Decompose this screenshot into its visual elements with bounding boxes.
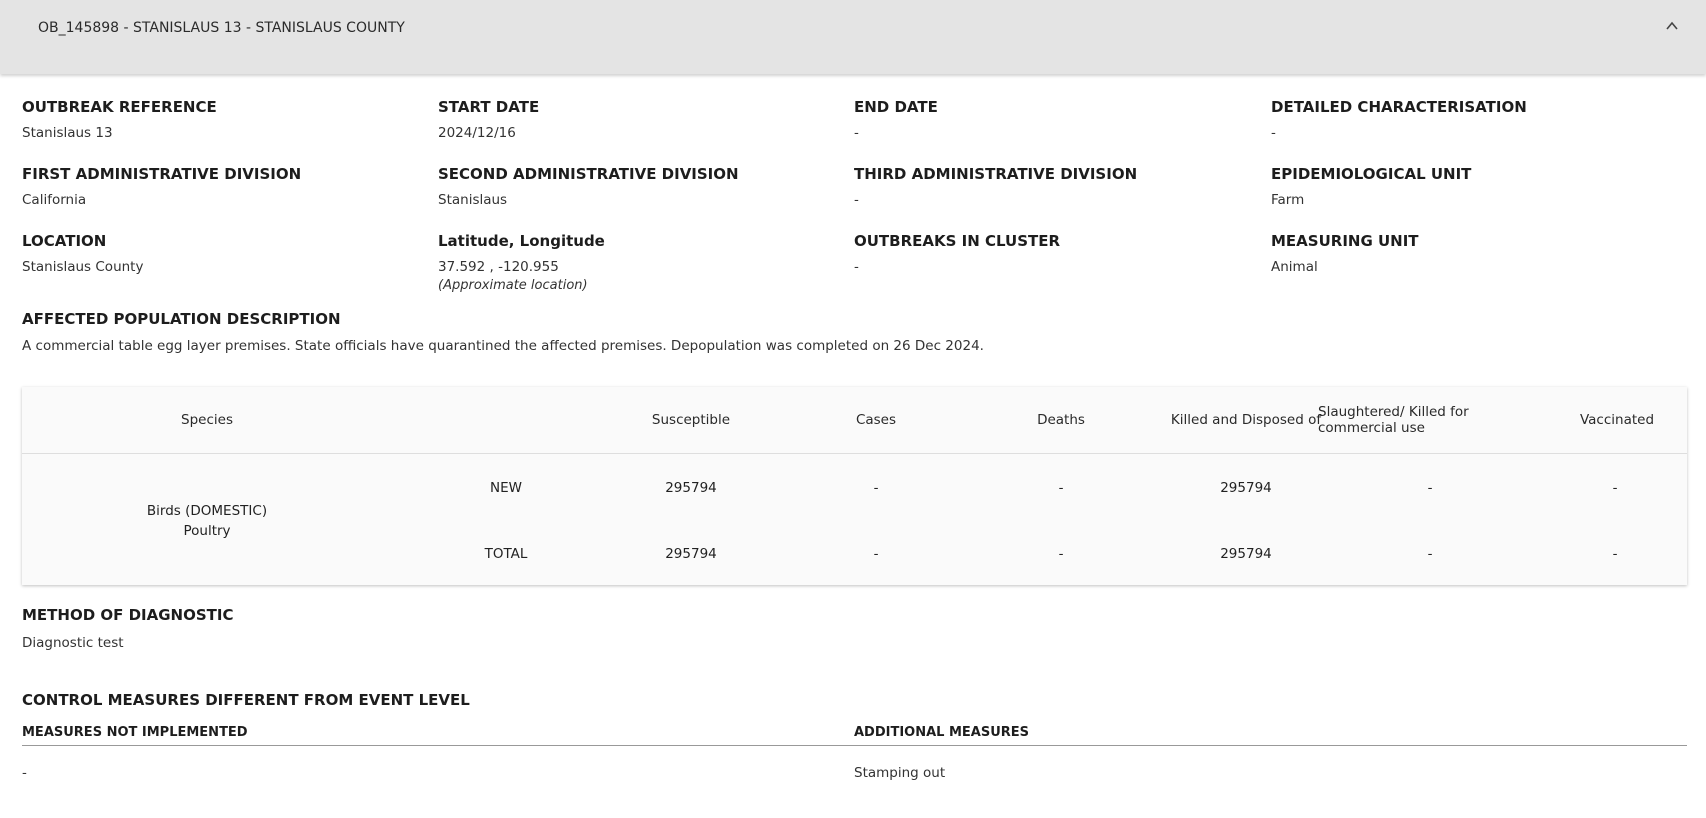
field-label: END DATE bbox=[854, 98, 938, 116]
field-label: START DATE bbox=[438, 98, 540, 116]
col-species: Species bbox=[181, 412, 233, 428]
field-label: FIRST ADMINISTRATIVE DIVISION bbox=[22, 165, 302, 183]
field-label: SECOND ADMINISTRATIVE DIVISION bbox=[438, 165, 739, 183]
field-value: 37.592 , -120.955 bbox=[438, 259, 559, 275]
field-value: - bbox=[1271, 125, 1276, 141]
chevron-up-icon[interactable] bbox=[1664, 18, 1680, 34]
field-value: Stanislaus 13 bbox=[22, 125, 113, 141]
field-label: MEASURING UNIT bbox=[1271, 232, 1419, 250]
field-label: OUTBREAKS IN CLUSTER bbox=[854, 232, 1061, 250]
field-value: California bbox=[22, 192, 87, 208]
second-admin-division-field: SECOND ADMINISTRATIVE DIVISION Stanislau… bbox=[438, 165, 838, 208]
outbreak-reference-field: OUTBREAK REFERENCE Stanislaus 13 bbox=[22, 98, 422, 141]
field-value: Stanislaus County bbox=[22, 259, 144, 275]
field-value: Stanislaus bbox=[438, 192, 508, 208]
diagnostic-method-label: METHOD OF DIAGNOSTIC bbox=[22, 606, 234, 624]
species-name-cell: Birds (DOMESTIC) Poultry bbox=[22, 501, 392, 541]
field-value: 2024/12/16 bbox=[438, 125, 516, 141]
measures-not-implemented-header: MEASURES NOT IMPLEMENTED bbox=[22, 725, 248, 740]
first-admin-division-field: FIRST ADMINISTRATIVE DIVISION California bbox=[22, 165, 422, 208]
species-table: Species Susceptible Cases Deaths Killed … bbox=[22, 387, 1687, 585]
third-admin-division-field: THIRD ADMINISTRATIVE DIVISION - bbox=[854, 165, 1254, 208]
cell-vaccinated: - bbox=[1612, 480, 1618, 496]
approximate-location-note: (Approximate location) bbox=[438, 278, 588, 293]
cell-vaccinated: - bbox=[1612, 546, 1618, 562]
outbreaks-in-cluster-field: OUTBREAKS IN CLUSTER - bbox=[854, 232, 1254, 275]
affected-population-description: A commercial table egg layer premises. S… bbox=[22, 338, 984, 354]
field-label: THIRD ADMINISTRATIVE DIVISION bbox=[854, 165, 1138, 183]
measuring-unit-field: MEASURING UNIT Animal bbox=[1271, 232, 1671, 275]
field-label: Latitude, Longitude bbox=[438, 232, 605, 250]
affected-population-label: AFFECTED POPULATION DESCRIPTION bbox=[22, 310, 341, 328]
field-value: - bbox=[854, 192, 859, 208]
species-table-header: Species Susceptible Cases Deaths Killed … bbox=[22, 387, 1687, 454]
species-group: Birds (DOMESTIC) bbox=[146, 503, 268, 519]
field-value: - bbox=[854, 125, 859, 141]
location-field: LOCATION Stanislaus County bbox=[22, 232, 422, 275]
detailed-characterisation-field: DETAILED CHARACTERISATION - bbox=[1271, 98, 1671, 141]
field-value: Farm bbox=[1271, 192, 1305, 208]
additional-measures-header: ADDITIONAL MEASURES bbox=[854, 725, 1030, 740]
field-label: DETAILED CHARACTERISATION bbox=[1271, 98, 1527, 116]
outbreak-panel-header[interactable]: OB_145898 - STANISLAUS 13 - STANISLAUS C… bbox=[0, 0, 1706, 74]
col-slaughtered: Slaughtered/ Killed for commercial use bbox=[1318, 404, 1469, 436]
control-measures-label: CONTROL MEASURES DIFFERENT FROM EVENT LE… bbox=[22, 691, 470, 709]
field-label: LOCATION bbox=[22, 232, 107, 250]
field-label: EPIDEMIOLOGICAL UNIT bbox=[1271, 165, 1472, 183]
start-date-field: START DATE 2024/12/16 bbox=[438, 98, 838, 141]
field-label: OUTBREAK REFERENCE bbox=[22, 98, 217, 116]
epidemiological-unit-field: EPIDEMIOLOGICAL UNIT Farm bbox=[1271, 165, 1671, 208]
additional-measures-value: Stamping out bbox=[854, 765, 946, 781]
outbreak-title: OB_145898 - STANISLAUS 13 - STANISLAUS C… bbox=[38, 20, 405, 36]
lat-long-field: Latitude, Longitude 37.592 , -120.955 (A… bbox=[438, 232, 838, 293]
measures-divider bbox=[22, 745, 1687, 746]
diagnostic-method-value: Diagnostic test bbox=[22, 635, 124, 651]
field-value: Animal bbox=[1271, 259, 1318, 275]
field-value: - bbox=[854, 259, 859, 275]
end-date-field: END DATE - bbox=[854, 98, 1254, 141]
species-type: Poultry bbox=[183, 523, 231, 539]
col-vaccinated: Vaccinated bbox=[1579, 412, 1655, 428]
measures-not-implemented-value: - bbox=[22, 765, 27, 781]
